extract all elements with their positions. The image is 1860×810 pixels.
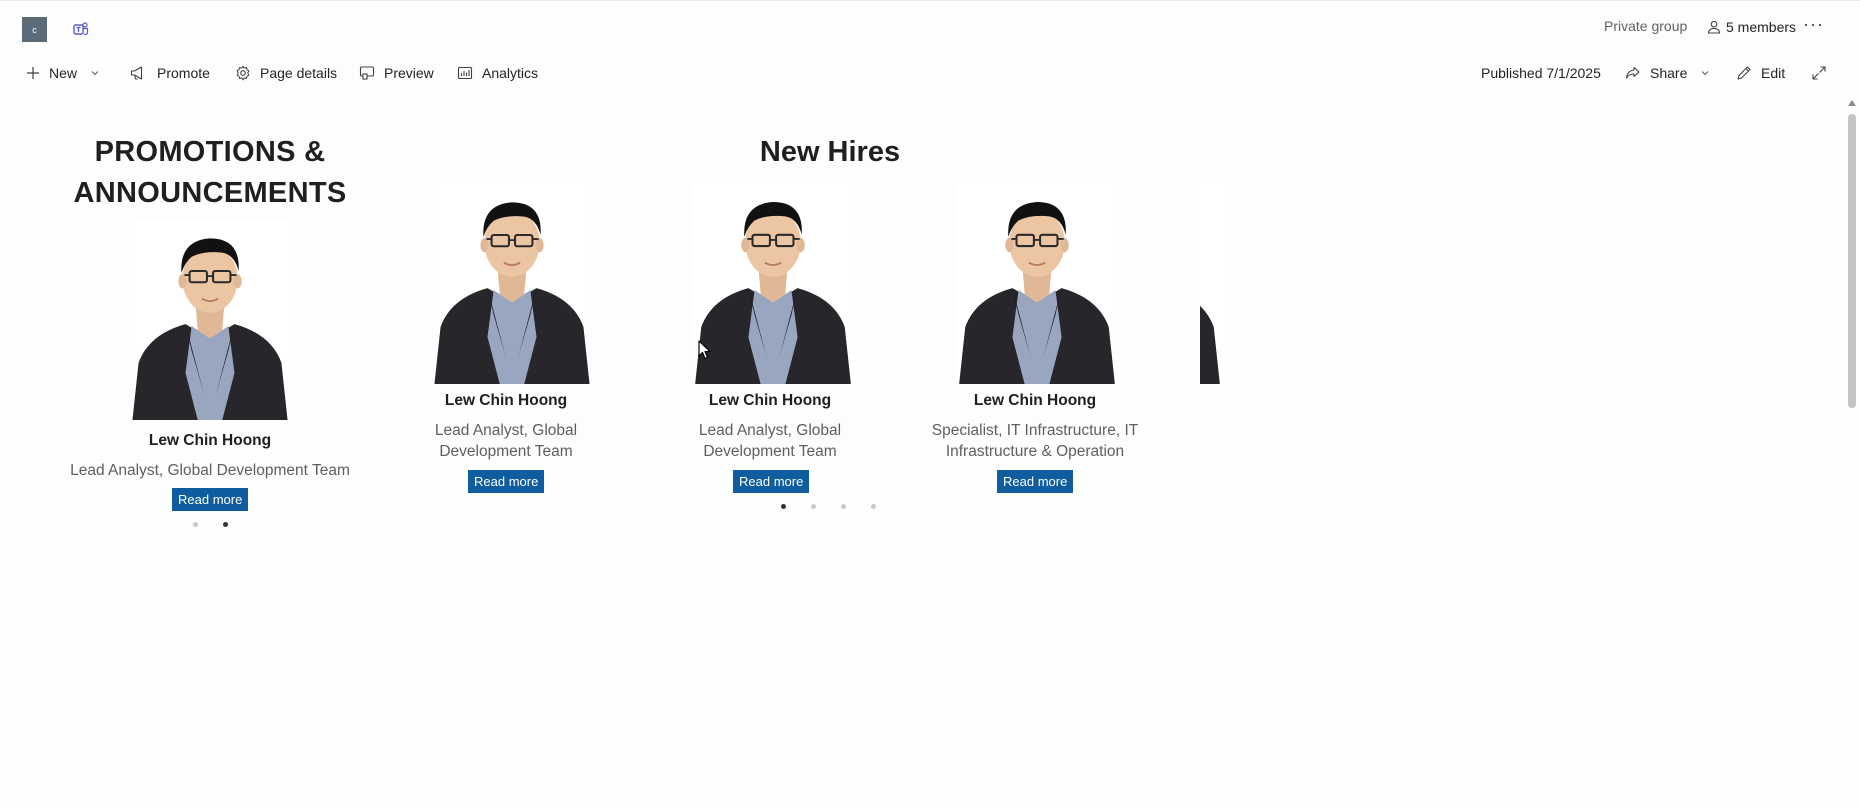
expand-icon: [1812, 66, 1826, 80]
preview-button[interactable]: Preview: [359, 56, 434, 90]
new-hire-card-2: Lew Chin Hoong Lead Analyst, Global Deve…: [681, 178, 859, 493]
published-label: Published 7/1/2025: [1481, 65, 1601, 81]
preview-icon: [359, 66, 375, 80]
new-hire-role-3-line2: Infrastructure & Operation: [945, 443, 1125, 460]
carousel-dot-2[interactable]: [811, 504, 816, 509]
new-hire-name-1: Lew Chin Hoong: [444, 392, 568, 409]
page-details-label: Page details: [260, 65, 338, 81]
published-status: Published 7/1/2025: [1481, 56, 1601, 90]
promote-label: Promote: [157, 65, 210, 81]
edit-label: Edit: [1761, 65, 1786, 81]
promote-button[interactable]: Promote: [130, 56, 210, 90]
page-details-button[interactable]: Page details: [235, 56, 337, 90]
members-button[interactable]: 5 members: [1707, 16, 1796, 38]
analytics-label: Analytics: [482, 65, 539, 81]
site-logo-letter: c: [32, 24, 37, 35]
new-hire-photo-2: [691, 184, 855, 384]
pencil-icon: [1737, 66, 1751, 80]
megaphone-icon: [130, 66, 143, 80]
new-hire-photo-partial: [1200, 184, 1225, 384]
mouse-cursor-icon: [698, 340, 711, 360]
promotions-carousel-dots: [193, 522, 228, 527]
new-label: New: [49, 65, 78, 81]
new-hire-role-3-line1: Specialist, IT Infrastructure, IT: [931, 422, 1139, 439]
chevron-down-icon: [1701, 71, 1709, 76]
site-header: c Private group 5 members ···: [0, 0, 1860, 52]
new-hire-card-3: Lew Chin Hoong Specialist, IT Infrastruc…: [925, 178, 1145, 493]
new-button[interactable]: New: [26, 56, 100, 90]
new-hire-read-more-button-2[interactable]: Read more: [733, 470, 810, 493]
carousel-dot-1[interactable]: [193, 522, 198, 527]
page-content: PROMOTIONS & ANNOUNCEMENTS Lew Chin Hoon…: [0, 96, 1842, 810]
person-icon: [1707, 20, 1721, 34]
private-group-label: Private group: [1604, 18, 1688, 34]
scroll-thumb[interactable]: [1848, 114, 1856, 408]
chevron-down-icon: [91, 71, 99, 76]
new-hire-read-more-button-1[interactable]: Read more: [468, 470, 545, 493]
new-hire-name-2: Lew Chin Hoong: [708, 392, 832, 409]
promotion-name: Lew Chin Hoong: [148, 432, 272, 449]
promotions-title-line1: PROMOTIONS &: [94, 136, 326, 168]
new-hire-name-3: Lew Chin Hoong: [973, 392, 1097, 409]
edit-button[interactable]: Edit: [1736, 56, 1785, 90]
new-hire-role-1: Lead Analyst, Global Development Team: [420, 420, 592, 462]
scroll-up-arrow-icon[interactable]: [1848, 100, 1856, 106]
share-icon: [1625, 66, 1640, 79]
new-hire-role-2-line2: Development Team: [703, 443, 837, 460]
share-button[interactable]: Share: [1625, 56, 1710, 90]
expand-button[interactable]: [1811, 56, 1827, 90]
members-label: 5 members: [1726, 19, 1797, 35]
new-hire-photo-1: [433, 184, 591, 384]
analytics-icon: [457, 66, 473, 80]
share-label: Share: [1650, 65, 1688, 81]
promotion-read-more-button[interactable]: Read more: [172, 488, 249, 511]
plus-icon: [27, 67, 39, 79]
new-hire-photo-3: [955, 184, 1119, 384]
new-hires-carousel-dots: [781, 504, 876, 509]
new-hire-role-1-line2: Development Team: [439, 443, 573, 460]
new-hire-role-3: Specialist, IT Infrastructure, IT Infras…: [925, 420, 1145, 462]
teams-icon[interactable]: [73, 21, 89, 37]
promotion-role: Lead Analyst, Global Development Team: [70, 462, 350, 479]
new-hire-read-more-button-3[interactable]: Read more: [997, 470, 1074, 493]
promotions-title: PROMOTIONS & ANNOUNCEMENTS: [60, 132, 360, 214]
carousel-dot-1[interactable]: [781, 504, 786, 509]
promotion-card: Lew Chin Hoong Lead Analyst, Global Deve…: [60, 220, 360, 620]
promotions-title-line2: ANNOUNCEMENTS: [73, 177, 347, 209]
more-options-icon[interactable]: ···: [1803, 14, 1824, 35]
page-scrollbar[interactable]: [1846, 100, 1858, 810]
new-hire-role-2: Lead Analyst, Global Development Team: [681, 420, 859, 462]
carousel-dot-4[interactable]: [871, 504, 876, 509]
new-hires-title: New Hires: [759, 136, 901, 168]
gear-icon: [236, 65, 250, 81]
site-logo[interactable]: c: [22, 17, 47, 42]
command-bar: New Promote Page details Preview Analyti…: [0, 56, 1860, 90]
new-hire-card-1: Lew Chin Hoong Lead Analyst, Global Deve…: [420, 178, 592, 493]
preview-label: Preview: [384, 65, 434, 81]
new-hire-role-1-line1: Lead Analyst, Global: [434, 422, 578, 439]
analytics-button[interactable]: Analytics: [457, 56, 538, 90]
carousel-dot-3[interactable]: [841, 504, 846, 509]
carousel-dot-2[interactable]: [223, 522, 228, 527]
new-hire-role-2-line1: Lead Analyst, Global: [698, 422, 842, 439]
promotion-photo: [130, 220, 290, 420]
